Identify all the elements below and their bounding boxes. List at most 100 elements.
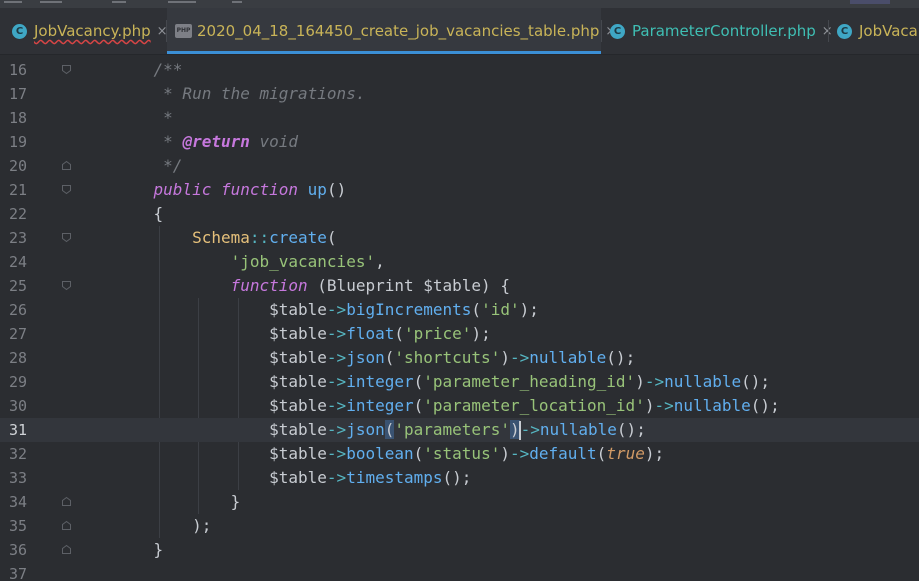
fold-end-icon[interactable]	[61, 160, 72, 171]
code-token-plain: {	[115, 204, 164, 223]
line-number: 27	[8, 325, 27, 343]
code-line[interactable]: 21 public function up()	[0, 178, 919, 202]
code-token-var: $table	[423, 276, 482, 295]
fold-end-icon[interactable]	[61, 496, 72, 507]
code-token-string: 'job_vacancies'	[230, 252, 376, 271]
code-token-plain: (	[413, 396, 424, 415]
code-token-op: ->	[326, 324, 347, 343]
tab-jobvacancy[interactable]: C JobVacancy.php ×	[0, 8, 168, 54]
code-line[interactable]: 37	[0, 562, 919, 581]
code-line[interactable]: 19 * @return void	[0, 130, 919, 154]
code-token-plain: }	[115, 540, 164, 559]
code-token-string: 'parameters'	[394, 420, 510, 439]
code-token-plain: );	[519, 300, 539, 319]
code-token-plain: ();	[741, 372, 771, 391]
code-token-op: ::	[249, 228, 270, 247]
code-line[interactable]: 17 * Run the migrations.	[0, 82, 919, 106]
code-line[interactable]: 26 $table->bigIncrements('id');	[0, 298, 919, 322]
tab-parametercontroller[interactable]: C ParameterController.php ×	[602, 8, 833, 54]
code-text: $table->integer('parameter_location_id')…	[115, 394, 780, 418]
code-line[interactable]: 28 $table->json('shortcuts')->nullable()…	[0, 346, 919, 370]
code-token-op: ->	[520, 420, 540, 439]
code-token-keyword: function	[220, 180, 299, 199]
code-token-plain: );	[115, 516, 212, 535]
code-line[interactable]: 32 $table->boolean('status')->default(tr…	[0, 442, 919, 466]
code-token-plain: )	[635, 372, 645, 391]
code-token-comment: *	[115, 108, 173, 127]
fold-start-icon[interactable]	[61, 184, 72, 195]
current-code-line[interactable]: 31 $table->json('parameters')->nullable(…	[0, 418, 919, 442]
code-line[interactable]: 25 function (Blueprint $table) {	[0, 274, 919, 298]
code-token-plain: (Blueprint	[307, 276, 424, 295]
code-token-string: 'price'	[404, 324, 472, 343]
code-token-plain: (	[413, 444, 424, 463]
code-token-plain: )	[500, 444, 510, 463]
code-token-plain: ();	[750, 396, 780, 415]
code-token-op: ->	[326, 468, 347, 487]
code-editor[interactable]: 16 /** 17 * Run the migrations. 18 * 19 * @…	[0, 55, 919, 581]
code-token-var: $table	[269, 396, 327, 415]
code-token-func: nullable	[664, 372, 742, 391]
line-number: 18	[8, 109, 27, 127]
line-number: 33	[8, 469, 27, 487]
code-token-op: ->	[644, 372, 665, 391]
code-token-plain: (	[471, 300, 482, 319]
code-line[interactable]: 23 Schema::create(	[0, 226, 919, 250]
tab-jobvacancy-2[interactable]: C JobVacancy	[829, 8, 919, 54]
code-token-plain: ();	[606, 348, 636, 367]
fold-start-icon[interactable]	[61, 232, 72, 243]
code-text: $table->timestamps();	[115, 466, 471, 490]
code-text: public function up()	[115, 178, 347, 202]
tab-create-job-vacancies-table[interactable]: PHP 2020_04_18_164450_create_job_vacanci…	[167, 8, 616, 54]
code-line[interactable]: 22 {	[0, 202, 919, 226]
code-line[interactable]: 33 $table->timestamps();	[0, 466, 919, 490]
line-number: 21	[8, 181, 27, 199]
code-line[interactable]: 16 /**	[0, 58, 919, 82]
code-token-comment: *	[115, 132, 183, 151]
line-number: 26	[8, 301, 27, 319]
code-line[interactable]: 34 }	[0, 490, 919, 514]
code-line[interactable]: 36 }	[0, 538, 919, 562]
class-c-icon: C	[610, 23, 625, 39]
fold-end-icon[interactable]	[61, 520, 72, 531]
code-line[interactable]: 20 */	[0, 154, 919, 178]
code-line[interactable]: 24 'job_vacancies',	[0, 250, 919, 274]
code-text: $table->json('shortcuts')->nullable();	[115, 346, 635, 370]
code-token-func: default	[529, 444, 597, 463]
code-token-func: json	[346, 348, 385, 367]
code-text: );	[115, 514, 211, 538]
code-token-comment: * Run the migrations.	[115, 84, 366, 103]
line-number: 30	[8, 397, 27, 415]
code-token-op: ->	[326, 348, 347, 367]
fold-start-icon[interactable]	[61, 64, 72, 75]
line-number: 19	[8, 133, 27, 151]
code-token-plain: ();	[442, 468, 472, 487]
code-line[interactable]: 18 *	[0, 106, 919, 130]
code-token-brace: (	[384, 420, 395, 439]
code-token-plain: (	[384, 348, 395, 367]
code-token-comment: void	[249, 132, 299, 151]
code-line[interactable]: 30 $table->integer('parameter_location_i…	[0, 394, 919, 418]
code-token-var: $table	[269, 324, 327, 343]
code-token-op: ->	[509, 444, 530, 463]
code-token-var: $table	[269, 372, 327, 391]
code-token-plain: )	[500, 348, 510, 367]
tab-label: JobVacancy	[859, 22, 919, 40]
code-token-func: up	[307, 180, 327, 199]
code-token-op: ->	[509, 348, 530, 367]
code-line[interactable]: 27 $table->float('price');	[0, 322, 919, 346]
fold-start-icon[interactable]	[61, 280, 72, 291]
fold-end-icon[interactable]	[61, 544, 72, 555]
code-text: 'job_vacancies',	[115, 250, 385, 274]
code-line[interactable]: 35 );	[0, 514, 919, 538]
code-text: $table->boolean('status')->default(true)…	[115, 442, 664, 466]
code-token-func: nullable	[539, 420, 617, 439]
code-line[interactable]: 29 $table->integer('parameter_heading_id…	[0, 370, 919, 394]
line-number: 20	[8, 157, 27, 175]
code-token-op: ->	[326, 396, 347, 415]
